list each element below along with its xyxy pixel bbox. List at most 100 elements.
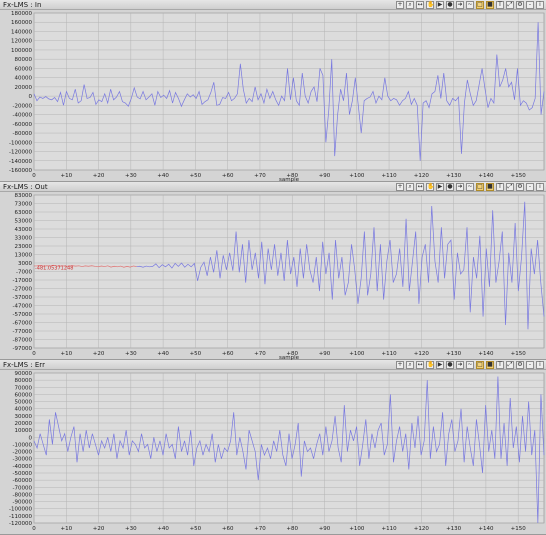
text-icon[interactable]: T bbox=[496, 361, 504, 369]
x-tick-label: +30 bbox=[125, 351, 137, 357]
zoom-icon[interactable]: + bbox=[396, 1, 404, 9]
x-tick-label: +150 bbox=[511, 351, 527, 357]
y-tick-label: -50000 bbox=[13, 471, 33, 477]
select-icon[interactable]: □ bbox=[476, 1, 484, 9]
arrow-icon[interactable]: ➜ bbox=[456, 361, 464, 369]
x-tick-label: +60 bbox=[222, 526, 234, 532]
chart-in: 180000 160000 140000 120000 100000 80000 60000… bbox=[9, 11, 545, 183]
record-icon[interactable]: ● bbox=[446, 361, 454, 369]
wave-icon[interactable]: ~ bbox=[466, 183, 474, 191]
x-tick-label: +20 bbox=[93, 173, 105, 179]
hand-icon[interactable]: ✋ bbox=[426, 1, 434, 9]
panel-out: Fx-LMS : Out + ⌕ ↔ ✋ ▶ ● ➜ ~ □ ■ T ⤢ ⚙ - i 83000 73000 6… bbox=[0, 182, 546, 361]
record-icon[interactable]: ● bbox=[446, 183, 454, 191]
y-tick-label: -47000 bbox=[13, 304, 33, 310]
play-icon[interactable]: ▶ bbox=[436, 183, 444, 191]
search-icon[interactable]: ⌕ bbox=[406, 361, 414, 369]
x-tick-label: +90 bbox=[319, 351, 331, 357]
highlight-icon[interactable]: ■ bbox=[486, 1, 494, 9]
x-tick-label: +50 bbox=[190, 526, 202, 532]
wave-icon[interactable]: ~ bbox=[466, 361, 474, 369]
highlight-icon[interactable]: ■ bbox=[486, 361, 494, 369]
x-tick-label: +140 bbox=[478, 526, 494, 532]
x-tick-label: +100 bbox=[349, 173, 365, 179]
pan-icon[interactable]: ↔ bbox=[416, 361, 424, 369]
dash-icon[interactable]: - bbox=[526, 183, 534, 191]
y-tick-label: -100000 bbox=[9, 140, 32, 146]
x-tick-label: +30 bbox=[125, 526, 137, 532]
y-tick-label: -80000 bbox=[13, 131, 33, 137]
x-tick-label: +140 bbox=[478, 351, 494, 357]
wave-icon[interactable]: ~ bbox=[466, 1, 474, 9]
dash-icon[interactable]: - bbox=[526, 1, 534, 9]
fit-icon[interactable]: ⤢ bbox=[506, 361, 514, 369]
panel-titlebar: Fx-LMS : Out + ⌕ ↔ ✋ ▶ ● ➜ ~ □ ■ T ⤢ ⚙ - i bbox=[0, 182, 546, 192]
info-icon[interactable]: i bbox=[536, 1, 544, 9]
y-tick-label: -77000 bbox=[13, 329, 33, 335]
y-tick-label: -120000 bbox=[9, 521, 32, 527]
y-tick-label: -80000 bbox=[13, 492, 33, 498]
x-tick-label: +150 bbox=[511, 526, 527, 532]
x-tick-label: +80 bbox=[286, 526, 298, 532]
text-icon[interactable]: T bbox=[496, 1, 504, 9]
search-icon[interactable]: ⌕ bbox=[406, 183, 414, 191]
y-tick-label: 83000 bbox=[15, 193, 33, 199]
y-tick-label: 120000 bbox=[11, 39, 32, 45]
record-icon[interactable]: ● bbox=[446, 1, 454, 9]
y-tick-label: 40000 bbox=[15, 407, 33, 413]
y-tick-label: 30000 bbox=[15, 414, 33, 420]
y-tick-label: 53000 bbox=[15, 219, 33, 225]
y-tick-label: -57000 bbox=[13, 312, 33, 318]
info-icon[interactable]: i bbox=[536, 361, 544, 369]
highlight-icon[interactable]: ■ bbox=[486, 183, 494, 191]
y-tick-label: 3000 bbox=[18, 261, 32, 267]
y-tick-label: -60000 bbox=[13, 122, 33, 128]
fit-icon[interactable]: ⤢ bbox=[506, 1, 514, 9]
y-tick-label: 43000 bbox=[15, 227, 33, 233]
panel-err: Fx-LMS : Err + ⌕ ↔ ✋ ▶ ● ➜ ~ □ ■ T ⤢ ⚙ - i 90000 80000 7… bbox=[0, 360, 546, 535]
toolbar: + ⌕ ↔ ✋ ▶ ● ➜ ~ □ ■ T ⤢ ⚙ - i bbox=[396, 182, 544, 192]
hand-icon[interactable]: ✋ bbox=[426, 183, 434, 191]
select-icon[interactable]: □ bbox=[476, 361, 484, 369]
pan-icon[interactable]: ↔ bbox=[416, 183, 424, 191]
zoom-icon[interactable]: + bbox=[396, 183, 404, 191]
panel-title: Fx-LMS : In bbox=[3, 1, 42, 9]
y-tick-label: 40000 bbox=[15, 76, 33, 82]
value-marker: -481.05371248 bbox=[35, 266, 73, 272]
y-tick-label: -87000 bbox=[13, 338, 33, 344]
y-tick-label: -160000 bbox=[9, 168, 32, 174]
x-tick-label: +20 bbox=[93, 351, 105, 357]
plot-area[interactable] bbox=[33, 372, 545, 524]
play-icon[interactable]: ▶ bbox=[436, 1, 444, 9]
y-tick-label: 180000 bbox=[11, 11, 32, 17]
y-tick-label: -140000 bbox=[9, 159, 32, 165]
y-tick-label: -100000 bbox=[9, 507, 32, 513]
x-tick-label: +130 bbox=[446, 351, 462, 357]
search-icon[interactable]: ⌕ bbox=[406, 1, 414, 9]
dash-icon[interactable]: - bbox=[526, 361, 534, 369]
y-tick-label: -70000 bbox=[13, 485, 33, 491]
play-icon[interactable]: ▶ bbox=[436, 361, 444, 369]
info-icon[interactable]: i bbox=[536, 183, 544, 191]
fit-icon[interactable]: ⤢ bbox=[506, 183, 514, 191]
y-tick-label: 80000 bbox=[15, 57, 33, 63]
settings-icon[interactable]: ⚙ bbox=[516, 183, 524, 191]
y-tick-label: -60000 bbox=[13, 478, 33, 484]
text-icon[interactable]: T bbox=[496, 183, 504, 191]
y-tick-label: 160000 bbox=[11, 20, 32, 26]
y-tick-label: -27000 bbox=[13, 287, 33, 293]
arrow-icon[interactable]: ➜ bbox=[456, 183, 464, 191]
x-tick-label: +140 bbox=[478, 173, 494, 179]
y-tick-label: -120000 bbox=[9, 150, 32, 156]
x-tick-label: +20 bbox=[93, 526, 105, 532]
zoom-icon[interactable]: + bbox=[396, 361, 404, 369]
panel-in: Fx-LMS : In + ⌕ ↔ ✋ ▶ ● ➜ ~ □ ■ T ⤢ ⚙ - i 180000 160000… bbox=[0, 0, 546, 183]
y-tick-label: -110000 bbox=[9, 514, 32, 520]
pan-icon[interactable]: ↔ bbox=[416, 1, 424, 9]
x-tick-label: +30 bbox=[125, 173, 137, 179]
settings-icon[interactable]: ⚙ bbox=[516, 361, 524, 369]
settings-icon[interactable]: ⚙ bbox=[516, 1, 524, 9]
arrow-icon[interactable]: ➜ bbox=[456, 1, 464, 9]
select-icon[interactable]: □ bbox=[476, 183, 484, 191]
hand-icon[interactable]: ✋ bbox=[426, 361, 434, 369]
